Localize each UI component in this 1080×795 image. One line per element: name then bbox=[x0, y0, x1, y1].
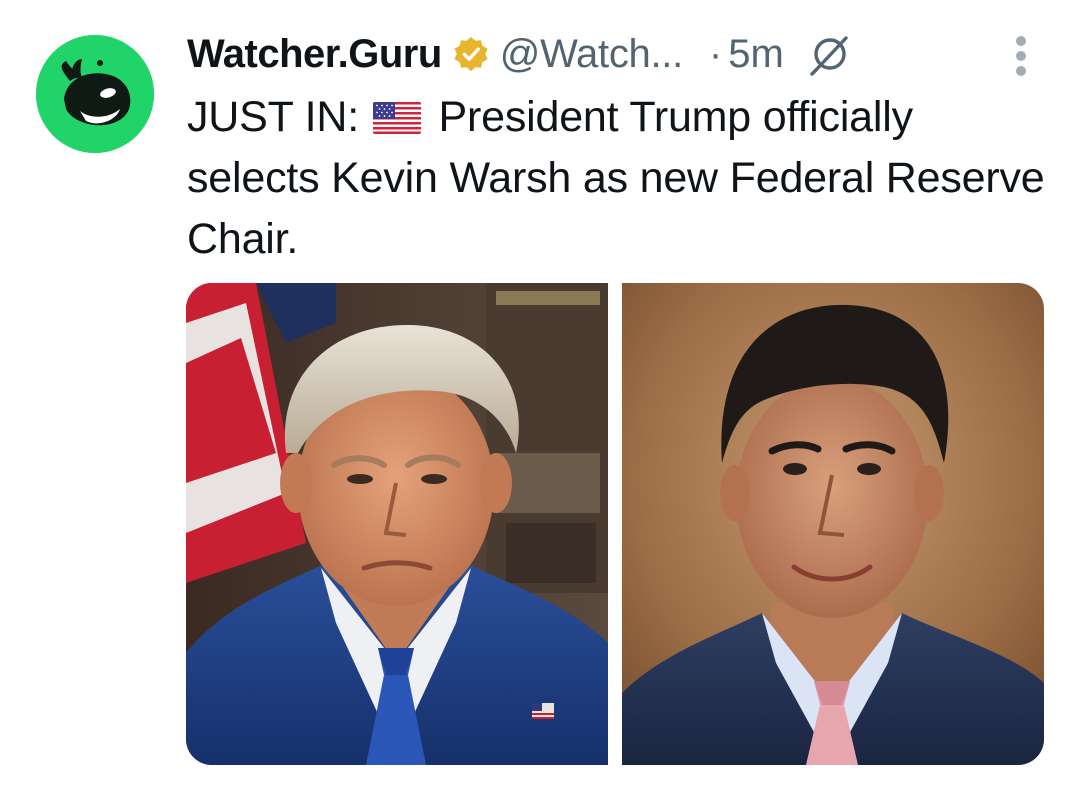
whale-logo-icon bbox=[36, 35, 154, 153]
display-name[interactable]: Watcher.Guru bbox=[187, 32, 442, 77]
media-grid bbox=[186, 283, 1044, 765]
timestamp[interactable]: 5m bbox=[728, 32, 784, 77]
more-options-icon[interactable] bbox=[1008, 36, 1034, 82]
us-flag-icon bbox=[372, 102, 421, 134]
photo-1[interactable] bbox=[186, 283, 608, 765]
tweet-text: JUST IN: President Trump officially sele… bbox=[187, 87, 1047, 270]
grok-icon[interactable] bbox=[808, 32, 852, 76]
tweet[interactable]: Watcher.Guru @Watch... · 5m JUST IN: Pre… bbox=[0, 0, 1080, 795]
tweet-text-prefix: JUST IN: bbox=[187, 93, 360, 141]
avatar[interactable] bbox=[36, 35, 154, 153]
separator-dot: · bbox=[708, 31, 723, 76]
photo-2[interactable] bbox=[622, 283, 1044, 765]
verified-badge-icon[interactable] bbox=[452, 35, 490, 73]
user-handle[interactable]: @Watch... bbox=[500, 32, 683, 77]
tweet-header: Watcher.Guru @Watch... · 5m bbox=[187, 28, 852, 80]
